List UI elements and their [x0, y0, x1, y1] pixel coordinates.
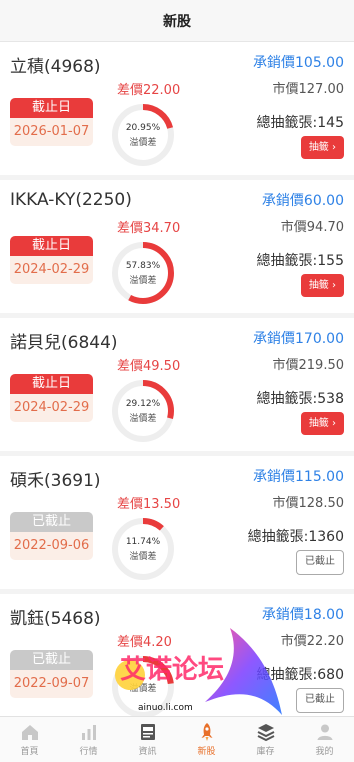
status-label: 已截止 — [10, 512, 93, 532]
status-badge: 已截止 2022-09-07 — [10, 650, 93, 698]
draw-button[interactable]: 抽籤 › — [300, 136, 344, 159]
news-icon — [140, 724, 155, 740]
premium-percent: 20.95% — [125, 122, 161, 133]
premium-percent: 11.74% — [125, 536, 161, 547]
rocket-icon — [201, 723, 212, 741]
tab-home[interactable]: 首頁 — [0, 717, 59, 762]
stock-name: 立積(4968) — [10, 57, 101, 77]
ring-text: 溢價差 — [110, 654, 176, 717]
ipo-list[interactable]: 立積(4968) 差價22.00 截止日 2026-01-07 20.95% 溢… — [0, 42, 354, 717]
market-price: 市價94.70 — [280, 220, 344, 235]
status-date: 2022-09-06 — [10, 532, 93, 560]
status-badge: 截止日 2026-01-07 — [10, 98, 93, 146]
status-label: 截止日 — [10, 374, 93, 394]
bottom-tab-bar: 首頁 行情 資訊 新股 庫存 我的 — [0, 716, 354, 762]
total-lots: 總抽籤張:680 — [256, 667, 344, 683]
home-icon — [21, 725, 38, 740]
draw-button[interactable]: 抽籤 › — [300, 412, 344, 435]
market-price: 市價128.50 — [272, 496, 345, 511]
market-price: 市價22.20 — [280, 634, 344, 649]
ipo-card: 諾貝兒(6844) 差價49.50 截止日 2024-02-29 29.12% … — [0, 318, 354, 451]
closed-button[interactable]: 已截止 — [296, 550, 344, 575]
ring-text: 11.74% 溢價差 — [110, 516, 176, 582]
status-date: 2022-09-07 — [10, 670, 93, 698]
tab-label: 首頁 — [20, 747, 39, 757]
premium-percent: 29.12% — [125, 398, 161, 409]
ring-text: 20.95% 溢價差 — [110, 102, 176, 168]
ring-text: 57.83% 溢價差 — [110, 240, 176, 306]
closed-button[interactable]: 已截止 — [296, 688, 344, 713]
status-label: 已截止 — [10, 650, 93, 670]
tab-label: 資訊 — [138, 747, 157, 757]
status-date: 2024-02-29 — [10, 394, 93, 422]
status-date: 2024-02-29 — [10, 256, 93, 284]
ipo-card: 立積(4968) 差價22.00 截止日 2026-01-07 20.95% 溢… — [0, 42, 354, 175]
stock-name: 諾貝兒(6844) — [10, 333, 118, 353]
tab-label: 新股 — [197, 747, 216, 757]
offer-price: 承銷價60.00 — [261, 193, 344, 209]
tab-news[interactable]: 資訊 — [118, 717, 177, 762]
price-diff: 差價22.00 — [117, 83, 181, 98]
chart-icon — [81, 725, 96, 740]
offer-price: 承銷價18.00 — [261, 607, 344, 623]
premium-label: 溢價差 — [129, 683, 157, 694]
total-lots: 總抽籤張:1360 — [247, 529, 344, 545]
status-badge: 截止日 2024-02-29 — [10, 236, 93, 284]
draw-button[interactable]: 抽籤 › — [300, 274, 344, 297]
price-diff: 差價4.20 — [117, 635, 172, 650]
status-badge: 截止日 2024-02-29 — [10, 374, 93, 422]
tab-label: 我的 — [315, 747, 334, 757]
total-lots: 總抽籤張:155 — [256, 253, 344, 269]
total-lots: 總抽籤張:145 — [256, 115, 344, 131]
offer-price: 承銷價105.00 — [253, 55, 344, 71]
tab-ipo[interactable]: 新股 — [177, 717, 236, 762]
premium-label: 溢價差 — [129, 275, 157, 286]
stock-name: IKKA-KY(2250) — [10, 190, 132, 210]
price-diff: 差價49.50 — [117, 359, 181, 374]
stock-name: 凱鈺(5468) — [10, 609, 101, 629]
premium-label: 溢價差 — [129, 137, 157, 148]
tab-holdings[interactable]: 庫存 — [236, 717, 295, 762]
status-label: 截止日 — [10, 236, 93, 256]
price-diff: 差價34.70 — [117, 221, 181, 236]
ring-text: 29.12% 溢價差 — [110, 378, 176, 444]
premium-label: 溢價差 — [129, 413, 157, 424]
price-diff: 差價13.50 — [117, 497, 181, 512]
tab-label: 庫存 — [256, 747, 275, 757]
ipo-card: IKKA-KY(2250) 差價34.70 截止日 2024-02-29 57.… — [0, 180, 354, 313]
premium-label: 溢價差 — [129, 551, 157, 562]
total-lots: 總抽籤張:538 — [256, 391, 344, 407]
market-price: 市價219.50 — [272, 358, 345, 373]
offer-price: 承銷價170.00 — [253, 331, 344, 347]
market-price: 市價127.00 — [272, 82, 345, 97]
status-label: 截止日 — [10, 98, 93, 118]
tab-market[interactable]: 行情 — [59, 717, 118, 762]
tab-profile[interactable]: 我的 — [295, 717, 354, 762]
tab-label: 行情 — [79, 747, 98, 757]
ipo-card: 凱鈺(5468) 差價4.20 已截止 2022-09-07 溢價差 承銷價18… — [0, 594, 354, 717]
status-badge: 已截止 2022-09-06 — [10, 512, 93, 560]
page-title: 新股 — [163, 13, 191, 30]
premium-percent: 57.83% — [125, 260, 161, 271]
user-icon — [317, 724, 332, 740]
page-header: 新股 — [0, 0, 354, 42]
status-date: 2026-01-07 — [10, 118, 93, 146]
ipo-card: 碩禾(3691) 差價13.50 已截止 2022-09-06 11.74% 溢… — [0, 456, 354, 589]
stock-name: 碩禾(3691) — [10, 471, 101, 491]
offer-price: 承銷價115.00 — [253, 469, 344, 485]
layers-icon — [257, 724, 274, 742]
